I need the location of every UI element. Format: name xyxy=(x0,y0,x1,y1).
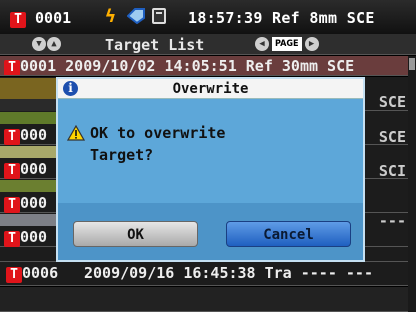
scroll-buttons[interactable]: ▼ ▲ xyxy=(32,37,61,51)
overwrite-dialog: Overwrite i OK to overwrite Target? OK C… xyxy=(56,77,365,262)
dialog-message-line2: Target? xyxy=(90,146,154,164)
color-swatch xyxy=(0,214,56,226)
status-info: 18:57:39 Ref 8mm SCE xyxy=(188,9,375,27)
target-icon: T xyxy=(4,197,20,213)
list-item-id: 0001 xyxy=(20,57,57,75)
title-bar xyxy=(0,34,416,55)
dialog-title: Overwrite xyxy=(172,81,249,97)
target-icon: T xyxy=(4,129,20,145)
row-divider xyxy=(0,99,56,111)
list-item-id: 000 xyxy=(20,228,48,246)
page-left-icon[interactable]: ◀ xyxy=(255,37,269,51)
list-item-spec: --- xyxy=(378,212,406,230)
clock-time: 18:57:39 xyxy=(188,9,263,27)
current-target-id: 0001 xyxy=(35,9,72,27)
info-icon: i xyxy=(63,81,78,96)
color-swatch xyxy=(0,180,56,192)
page-buttons[interactable]: ◀ PAGE ▶ xyxy=(255,37,319,51)
list-item-text: T 0001 2009/10/02 14:05:51 Ref 30mm SCE xyxy=(4,57,355,75)
list-item-data: 2009/09/16 16:45:38 Tra ---- --- xyxy=(84,264,373,282)
target-icon: T xyxy=(4,60,20,75)
cancel-button[interactable]: Cancel xyxy=(226,221,351,247)
color-swatch xyxy=(0,78,56,99)
list-item-text: T 000 xyxy=(4,228,47,247)
list-item-text: T 000 xyxy=(4,194,47,213)
chevron-down-icon[interactable]: ▼ xyxy=(32,37,46,51)
tag-icon xyxy=(127,8,145,24)
list-item-id: 000 xyxy=(20,194,48,212)
list-item-text: T 000 xyxy=(4,126,47,145)
list-item-spec: SCI xyxy=(378,162,406,180)
chevron-up-icon[interactable]: ▲ xyxy=(47,37,61,51)
dialog-header: Overwrite i xyxy=(58,79,363,99)
list-item[interactable]: T 0001 2009/10/02 14:05:51 Ref 30mm SCE xyxy=(0,56,410,76)
color-swatch xyxy=(0,112,56,124)
list-item[interactable] xyxy=(0,287,410,312)
aperture-size: 8mm xyxy=(309,9,338,27)
list-item-id: 000 xyxy=(20,160,48,178)
target-icon: T xyxy=(4,231,20,247)
scrollbar[interactable] xyxy=(408,56,416,312)
list-item-text: T 0006 xyxy=(6,264,58,283)
page-title: Target List xyxy=(105,36,205,54)
page-right-icon[interactable]: ▶ xyxy=(304,37,319,51)
color-swatch xyxy=(0,146,56,158)
scrollbar-thumb[interactable] xyxy=(409,58,415,70)
current-target: T 0001 xyxy=(10,9,71,28)
list-item-text: T 000 xyxy=(4,160,47,179)
target-icon: T xyxy=(6,267,22,283)
list-item-id: 000 xyxy=(20,126,48,144)
warning-icon xyxy=(67,125,85,141)
lightning-icon: ϟ xyxy=(105,6,116,27)
measure-mode: Ref xyxy=(272,9,300,27)
page-label: PAGE xyxy=(272,37,302,51)
ok-button[interactable]: OK xyxy=(73,221,198,247)
list-item-data: 2009/10/02 14:05:51 Ref 30mm SCE xyxy=(65,57,355,75)
dialog-message-line1: OK to overwrite xyxy=(90,124,226,142)
list-item-id: 0006 xyxy=(22,264,59,282)
specular-mode: SCE xyxy=(346,9,375,27)
list-item-spec: SCE xyxy=(378,93,406,111)
target-icon: T xyxy=(4,163,20,179)
memory-card-icon xyxy=(152,8,166,24)
target-icon: T xyxy=(10,12,26,28)
list-item-spec: SCE xyxy=(378,128,406,146)
